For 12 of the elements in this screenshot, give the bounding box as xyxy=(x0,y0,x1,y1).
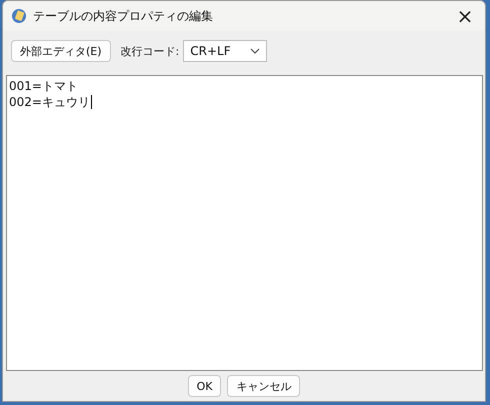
close-button[interactable]: × xyxy=(445,1,485,31)
text-line: 002=キュウリ xyxy=(9,94,93,110)
external-editor-button[interactable]: 外部エディタ(E) xyxy=(11,40,111,62)
chevron-icon xyxy=(250,48,260,54)
cancel-button[interactable]: キャンセル xyxy=(227,375,300,397)
text-editor[interactable]: 001=トマト 002=キュウリ xyxy=(6,75,483,371)
newline-select[interactable]: CR+LF xyxy=(183,40,268,62)
window-title: テーブルの内容プロパティの編集 xyxy=(33,8,214,24)
app-icon xyxy=(11,8,27,24)
ok-button[interactable]: OK xyxy=(188,375,222,397)
newline-label: 改行コード: xyxy=(120,44,180,58)
text-line: 001=トマト xyxy=(9,78,79,94)
